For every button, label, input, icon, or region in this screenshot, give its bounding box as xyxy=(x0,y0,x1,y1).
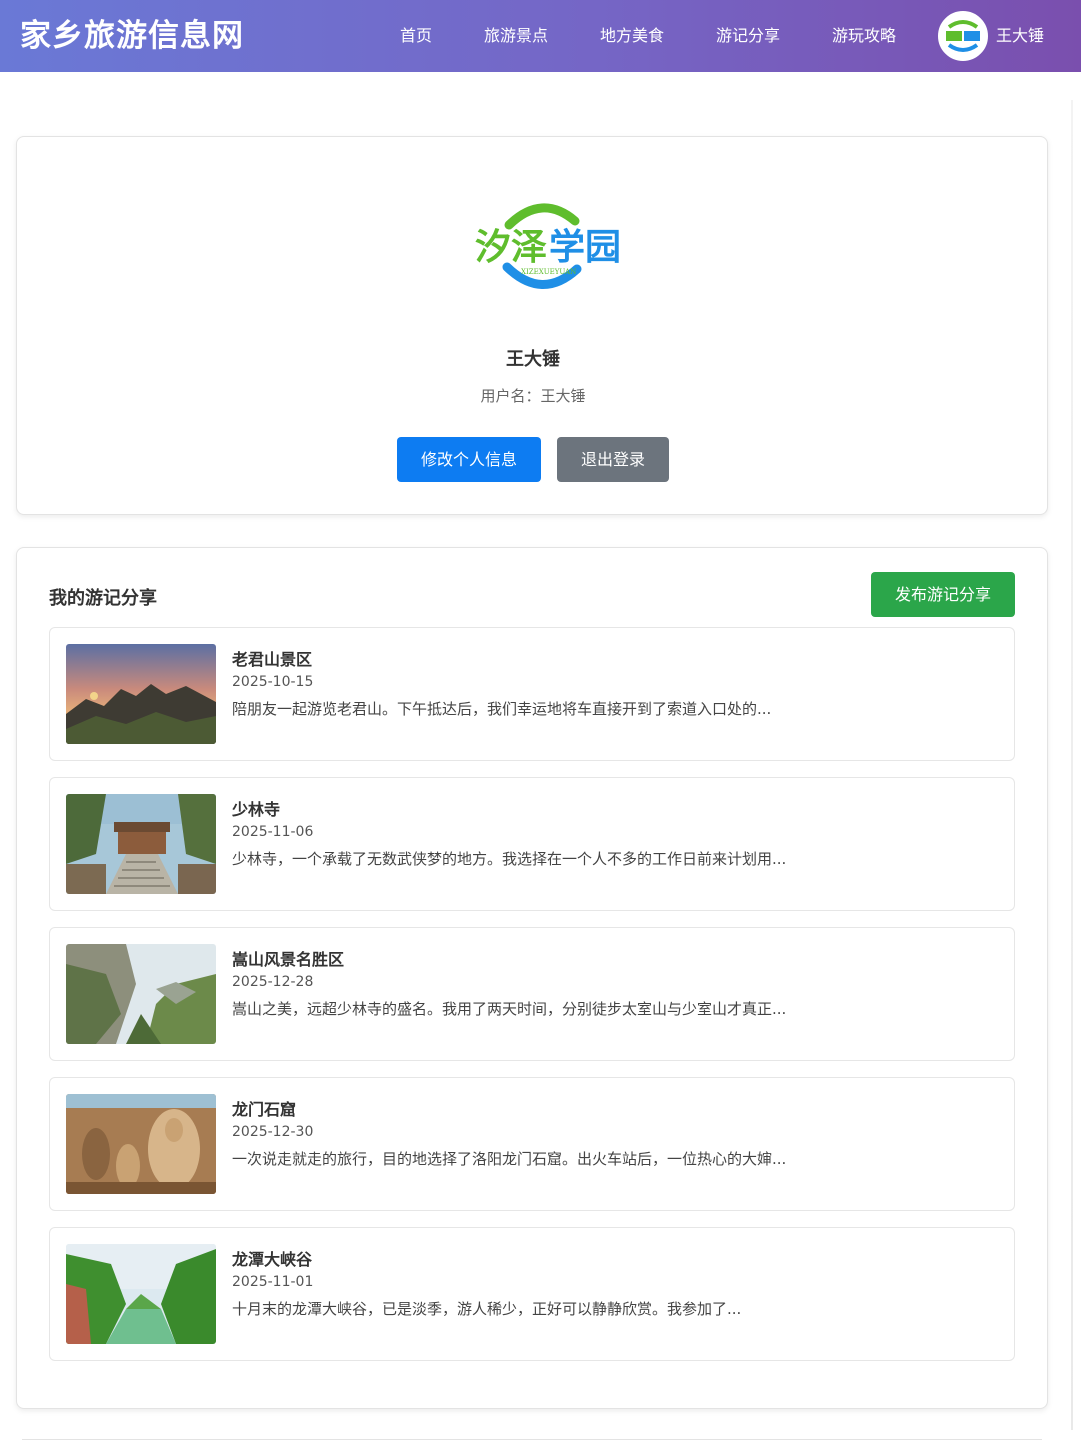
nav-travel-notes[interactable]: 游记分享 xyxy=(716,25,780,47)
scrollbar-track[interactable] xyxy=(1071,100,1073,1430)
note-date: 2025-11-01 xyxy=(232,1274,314,1290)
nav-home[interactable]: 首页 xyxy=(400,25,432,47)
my-travel-notes-card: 我的游记分享 发布游记分享 老君山景区 2025-10-15 陪朋友一起游览老君… xyxy=(16,547,1048,1409)
profile-username: 用户名：王大锤 xyxy=(480,387,586,405)
note-excerpt: 少林寺，一个承载了无数武侠梦的地方。我选择在一个人不多的工作日前来计划用... xyxy=(232,850,787,868)
site-title[interactable]: 家乡旅游信息网 xyxy=(20,16,244,56)
note-title: 少林寺 xyxy=(232,800,281,819)
note-thumbnail[interactable] xyxy=(66,944,216,1044)
grotto-statues-image xyxy=(66,1094,216,1194)
user-avatar[interactable] xyxy=(938,11,988,61)
note-thumbnail[interactable] xyxy=(66,1094,216,1194)
logo-text-right: 学园 xyxy=(549,226,621,268)
note-excerpt: 十月末的龙潭大峡谷，已是淡季，游人稀少，正好可以静静欣赏。我参加了... xyxy=(232,1300,742,1318)
travel-note-item[interactable]: 龙门石窟 2025-12-30 一次说走就走的旅行，目的地选择了洛阳龙门石窟。出… xyxy=(49,1077,1015,1211)
note-title: 嵩山风景名胜区 xyxy=(232,950,345,969)
note-date: 2025-12-30 xyxy=(232,1124,314,1140)
travel-note-item[interactable]: 老君山景区 2025-10-15 陪朋友一起游览老君山。下午抵达后，我们幸运地将… xyxy=(49,627,1015,761)
note-title: 龙门石窟 xyxy=(232,1100,297,1119)
mountain-sunset-image xyxy=(66,644,216,744)
footer-divider xyxy=(22,1439,1042,1440)
travel-note-item[interactable]: 龙潭大峡谷 2025-11-01 十月末的龙潭大峡谷，已是淡季，游人稀少，正好可… xyxy=(49,1227,1015,1361)
profile-avatar: 汐泽 学园 XIZEXUEYUAN xyxy=(457,197,627,293)
profile-card: 汐泽 学园 XIZEXUEYUAN 王大锤 用户名：王大锤 修改个人信息 退出登… xyxy=(16,136,1048,515)
note-date: 2025-12-28 xyxy=(232,974,314,990)
note-title: 龙潭大峡谷 xyxy=(232,1250,313,1269)
note-title: 老君山景区 xyxy=(232,650,313,669)
profile-display-name: 王大锤 xyxy=(506,349,560,370)
top-navbar: 家乡旅游信息网 首页 旅游景点 地方美食 游记分享 游玩攻略 王大锤 xyxy=(0,0,1081,72)
publish-travel-note-button[interactable]: 发布游记分享 xyxy=(871,572,1015,617)
note-thumbnail[interactable] xyxy=(66,644,216,744)
nav-attractions[interactable]: 旅游景点 xyxy=(484,25,548,47)
section-title: 我的游记分享 xyxy=(49,588,157,609)
nav-local-food[interactable]: 地方美食 xyxy=(600,25,664,47)
mountain-valley-image xyxy=(66,944,216,1044)
edit-profile-button[interactable]: 修改个人信息 xyxy=(397,437,541,482)
logout-button[interactable]: 退出登录 xyxy=(557,437,669,482)
temple-stairs-image xyxy=(66,794,216,894)
note-excerpt: 嵩山之美，远超少林寺的盛名。我用了两天时间，分别徒步太室山与少室山才真正... xyxy=(232,1000,787,1018)
xize-xueyuan-logo-icon xyxy=(940,13,986,59)
note-thumbnail[interactable] xyxy=(66,794,216,894)
canyon-river-image xyxy=(66,1244,216,1344)
travel-note-item[interactable]: 少林寺 2025-11-06 少林寺，一个承载了无数武侠梦的地方。我选择在一个人… xyxy=(49,777,1015,911)
note-excerpt: 一次说走就走的旅行，目的地选择了洛阳龙门石窟。出火车站后，一位热心的大婶... xyxy=(232,1150,787,1168)
note-excerpt: 陪朋友一起游览老君山。下午抵达后，我们幸运地将车直接开到了索道入口处的... xyxy=(232,700,772,718)
nav-travel-guides[interactable]: 游玩攻略 xyxy=(832,25,896,47)
header-user-name[interactable]: 王大锤 xyxy=(996,25,1044,47)
note-date: 2025-11-06 xyxy=(232,824,314,840)
logo-text-left: 汐泽 xyxy=(475,227,547,268)
travel-note-item[interactable]: 嵩山风景名胜区 2025-12-28 嵩山之美，远超少林寺的盛名。我用了两天时间… xyxy=(49,927,1015,1061)
logo-subtext: XIZEXUEYUAN xyxy=(521,268,576,276)
note-date: 2025-10-15 xyxy=(232,674,314,690)
note-thumbnail[interactable] xyxy=(66,1244,216,1344)
xize-xueyuan-logo-icon: 汐泽 学园 XIZEXUEYUAN xyxy=(475,203,621,289)
